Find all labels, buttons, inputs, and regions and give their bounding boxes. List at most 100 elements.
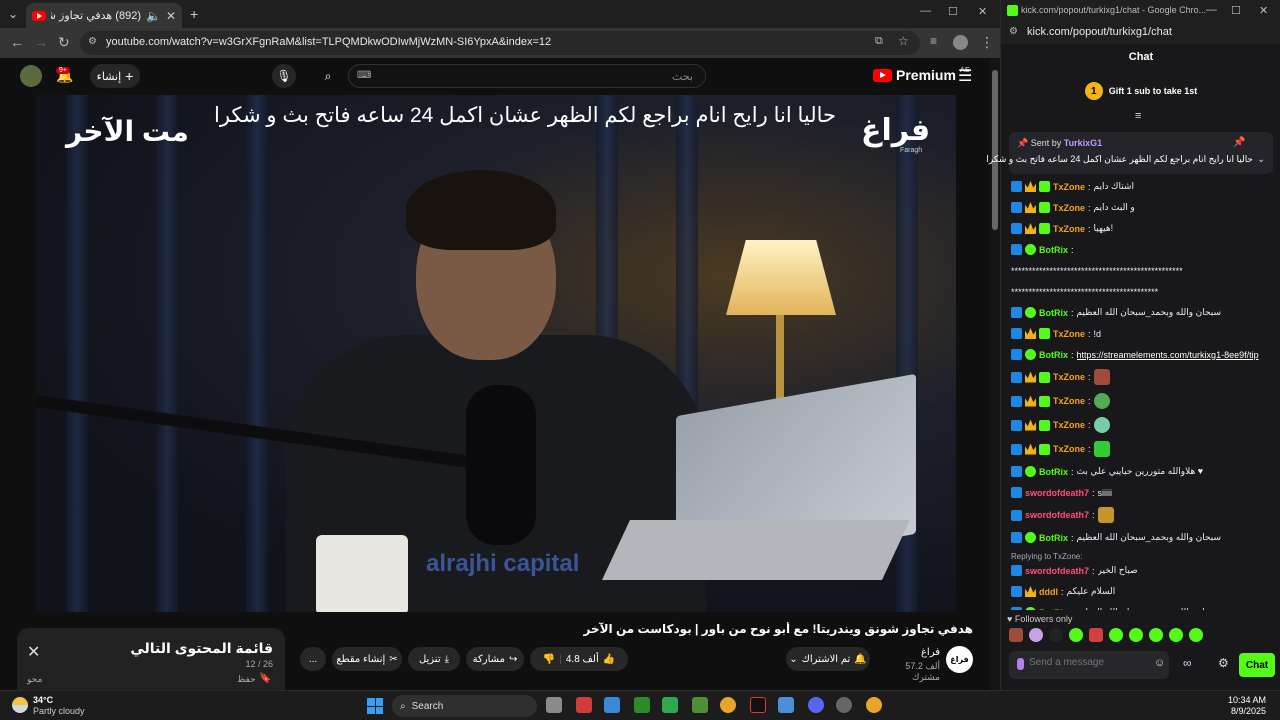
mod-badge-icon[interactable] (1011, 466, 1022, 477)
unpin-icon[interactable]: 📌 (1233, 137, 1245, 148)
chat-message[interactable]: TxZone: اشتاك دايم (1011, 180, 1273, 193)
chat-message[interactable]: BotRix:سبحان والله وبحمد_سبحان الله العظ… (1011, 306, 1273, 319)
chat-username[interactable]: TxZone (1053, 444, 1085, 454)
clock-date[interactable]: 8/9/2025 (1231, 706, 1266, 716)
reload-icon[interactable]: ↻ (58, 34, 70, 51)
chat-username[interactable]: TxZone (1053, 182, 1085, 192)
chat-message[interactable]: BotRix: https://streamelements.com/turkix… (1011, 348, 1273, 361)
chat-send-button[interactable]: Chat (1239, 653, 1275, 677)
chat-username[interactable]: swordofdeath7 (1025, 566, 1089, 576)
media-control-icon[interactable]: ≡ (930, 34, 937, 48)
chat-message[interactable]: swordofdeath7: صباح الخير (1011, 564, 1273, 577)
mod-badge-icon[interactable] (1011, 244, 1022, 255)
chat-username[interactable]: BotRix (1039, 608, 1068, 611)
emote-button[interactable] (1129, 628, 1143, 642)
chat-message[interactable]: TxZone: (1011, 369, 1273, 385)
chat-username[interactable]: TxZone (1053, 372, 1085, 382)
close-window-icon[interactable]: ✕ (1259, 4, 1268, 17)
queue-save-button[interactable]: حفظ (237, 674, 256, 685)
chat-message[interactable]: TxZone: هيهيا! (1011, 222, 1273, 235)
app-icon[interactable] (778, 697, 794, 713)
news-app-icon[interactable] (576, 697, 592, 713)
crown-badge-icon[interactable] (1025, 395, 1036, 407)
sub-badge-icon[interactable] (1039, 223, 1050, 234)
voice-search-button[interactable]: 🎙 (272, 64, 296, 88)
search-button[interactable]: ⌕ (316, 64, 340, 88)
minimize-icon[interactable]: — (920, 5, 931, 17)
emote-button[interactable] (1049, 628, 1063, 642)
bookmark-star-icon[interactable]: ☆ (898, 34, 909, 48)
mod-badge-icon[interactable] (1011, 509, 1022, 521)
maximize-icon[interactable]: ☐ (948, 5, 958, 18)
app-icon[interactable] (836, 697, 852, 713)
sub-badge-icon[interactable] (1039, 202, 1050, 213)
chat-username[interactable]: swordofdeath7 (1025, 510, 1089, 520)
chat-message[interactable]: dddl: السلام عليكم (1011, 585, 1273, 598)
emote-button[interactable] (1149, 628, 1163, 642)
crown-badge-icon[interactable] (1025, 419, 1036, 431)
discord-icon[interactable] (808, 697, 824, 713)
sub-badge-icon[interactable] (1039, 395, 1050, 407)
mod-badge-icon[interactable] (1011, 487, 1022, 498)
file-explorer-icon[interactable] (604, 697, 620, 713)
emote-button[interactable] (1169, 628, 1183, 642)
speaker-icon[interactable]: 🔈 (146, 9, 161, 23)
chat-emote[interactable] (1093, 393, 1110, 409)
chat-messages[interactable]: TxZone: اشتاك دايم TxZone: و البث دايم TxZon… (1011, 180, 1273, 610)
site-info-icon[interactable]: ⚙ (88, 36, 97, 47)
crown-badge-icon[interactable] (1025, 328, 1036, 339)
crown-badge-icon[interactable] (1025, 443, 1036, 455)
chat-message[interactable]: BotRix:سبحان والله وبحمد_سبحان الله العظ… (1011, 606, 1273, 610)
verified-badge-icon[interactable] (1025, 532, 1036, 543)
weather-icon[interactable] (12, 697, 28, 713)
chat-message[interactable]: ****************************************… (1011, 285, 1273, 298)
taskbar-search[interactable]: ⌕ Search (392, 695, 537, 717)
more-actions-button[interactable]: ... (300, 647, 326, 671)
weather-description[interactable]: Partly cloudy (33, 706, 85, 716)
sub-badge-icon[interactable] (1039, 443, 1050, 455)
sub-badge-icon[interactable] (1039, 328, 1050, 339)
video-player[interactable]: حاليا انا رايح انام براجع لكم الظهر عشان… (36, 95, 956, 612)
weather-temperature[interactable]: 34°C (33, 695, 53, 705)
mod-badge-icon[interactable] (1011, 223, 1022, 234)
chat-message[interactable]: swordofdeath7: (1011, 507, 1273, 523)
chat-message[interactable]: TxZone: (1011, 417, 1273, 433)
mod-badge-icon[interactable] (1011, 607, 1022, 610)
crown-badge-icon[interactable] (1025, 586, 1036, 597)
bookmark-icon[interactable]: 🔖 (259, 673, 271, 684)
chat-message[interactable]: TxZone: (1011, 441, 1273, 457)
chat-message[interactable]: BotRix:سبحان والله وبحمد_سبحان الله العظ… (1011, 531, 1273, 544)
mod-badge-icon[interactable] (1011, 443, 1022, 455)
tiktok-icon[interactable] (750, 697, 766, 713)
spotify-icon[interactable] (662, 697, 678, 713)
xbox-icon[interactable] (634, 697, 650, 713)
mod-badge-icon[interactable] (1011, 395, 1022, 407)
queue-clear-button[interactable]: محو (27, 674, 42, 685)
crown-badge-icon[interactable] (1025, 371, 1036, 383)
tab-youtube[interactable]: (892) هدفي تجاوز شونق ويند 🔈 ✕ (26, 3, 182, 28)
pinned-user[interactable]: TurkixG1 (1064, 138, 1102, 148)
points-icon[interactable]: ∞ (1183, 656, 1192, 670)
chat-username[interactable]: TxZone (1053, 329, 1085, 339)
subscribed-button[interactable]: ⌄ تم الاشتراك 🔔 (786, 647, 870, 671)
chat-message[interactable]: TxZone: و البث دايم (1011, 201, 1273, 214)
crown-badge-icon[interactable] (1025, 181, 1036, 192)
chat-username[interactable]: TxZone (1053, 420, 1085, 430)
clock-time[interactable]: 10:34 AM (1228, 695, 1266, 705)
emoji-icon[interactable]: ☺ (1154, 657, 1165, 669)
verified-badge-icon[interactable] (1025, 307, 1036, 318)
minimize-icon[interactable]: — (1206, 4, 1217, 16)
chat-emote[interactable] (1093, 369, 1110, 385)
keyboard-icon[interactable]: ⌨ (357, 70, 371, 81)
cast-icon[interactable]: ⧉ (875, 35, 883, 48)
chat-emote[interactable] (1093, 441, 1110, 457)
close-tab-icon[interactable]: ✕ (166, 9, 176, 23)
scrollbar-thumb[interactable] (992, 70, 998, 230)
emote-button[interactable] (1069, 628, 1083, 642)
verified-badge-icon[interactable] (1025, 607, 1036, 610)
crown-badge-icon[interactable] (1025, 202, 1036, 213)
sub-badge-icon[interactable] (1039, 181, 1050, 192)
like-icon[interactable]: 👍 (603, 654, 615, 665)
emote-button[interactable] (1029, 628, 1043, 642)
search-input[interactable]: ⌨ بحث (348, 64, 706, 88)
